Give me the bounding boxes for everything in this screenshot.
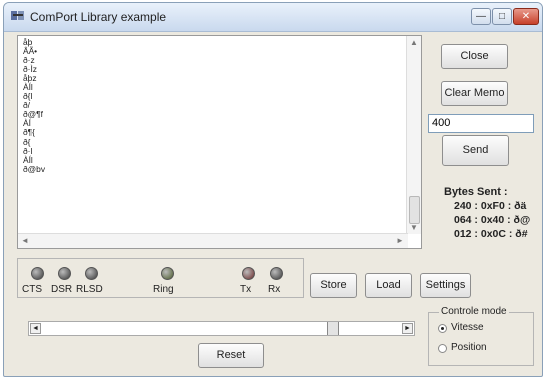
memo-lines: åþ ÂÃ• ð·z ð·Ìz åþz ÀÍl ð{l ð/ð@¶f ÀÍ ð¶{ð{ð·l ÀÍl… [23, 37, 46, 174]
settings-button[interactable]: Settings [420, 273, 471, 298]
memo-vertical-scrollbar[interactable]: ▲ ▼ [406, 36, 421, 234]
led-label-rlsd: RLSD [76, 284, 103, 295]
led-rlsd [85, 267, 98, 280]
radio-label-vitesse[interactable]: Vitesse [451, 322, 484, 333]
send-button[interactable]: Send [442, 135, 509, 166]
vertical-scroll-thumb[interactable] [409, 196, 420, 224]
received-memo[interactable]: åþ ÂÃ• ð·z ð·Ìz åþz ÀÍl ð{l ð/ð@¶f ÀÍ ð¶{ð{ð·l ÀÍl… [17, 35, 422, 249]
control-mode-group: Controle mode Vitesse Position [428, 306, 534, 366]
radio-vitesse[interactable] [438, 324, 447, 333]
window-close-button[interactable]: ✕ [513, 8, 539, 25]
minimize-button[interactable]: — [471, 8, 491, 25]
bytes-sent-line: 012 : 0x0C : ð# [454, 228, 528, 240]
send-input[interactable]: 400 [428, 114, 534, 133]
bytes-sent-line: 240 : 0xF0 : ðä [454, 200, 527, 212]
led-cts [31, 267, 44, 280]
radio-label-position[interactable]: Position [451, 342, 487, 353]
speed-trackbar[interactable]: ◄ ► [28, 321, 415, 336]
led-rx [270, 267, 283, 280]
scroll-down-arrow-icon[interactable]: ▼ [410, 223, 418, 232]
scroll-up-arrow-icon[interactable]: ▲ [410, 38, 418, 47]
clear-memo-button[interactable]: Clear Memo [441, 81, 508, 106]
scroll-left-arrow-icon[interactable]: ◄ [21, 236, 29, 245]
led-dsr [58, 267, 71, 280]
trackbar-right-arrow-icon[interactable]: ► [402, 323, 413, 334]
main-window: ComPort Library example — □ ✕ åþ ÂÃ• ð·z ð·… [3, 2, 543, 377]
led-label-dsr: DSR [51, 284, 73, 295]
memo-horizontal-scrollbar[interactable]: ◄ ► [18, 233, 408, 248]
led-label-rx: Rx [268, 284, 281, 295]
bytes-sent-title: Bytes Sent : [444, 186, 508, 198]
title-bar: ComPort Library example — □ ✕ [4, 3, 542, 32]
trackbar-left-arrow-icon[interactable]: ◄ [30, 323, 41, 334]
app-icon [11, 11, 24, 20]
led-ring [161, 267, 174, 280]
modem-status-panel: CTS DSR RLSD Ring Tx Rx [17, 258, 304, 298]
led-label-tx: Tx [240, 284, 252, 295]
radio-position[interactable] [438, 344, 447, 353]
close-button[interactable]: Close [441, 44, 508, 69]
maximize-button[interactable]: □ [492, 8, 512, 25]
reset-button[interactable]: Reset [198, 343, 264, 368]
store-button[interactable]: Store [310, 273, 357, 298]
scroll-right-arrow-icon[interactable]: ► [396, 236, 404, 245]
led-label-ring: Ring [153, 284, 174, 295]
memo-line: ð@bv [23, 163, 46, 174]
led-label-cts: CTS [22, 284, 42, 295]
bytes-sent-line: 064 : 0x40 : ð@ [454, 214, 531, 226]
led-tx [242, 267, 255, 280]
control-mode-legend: Controle mode [439, 306, 509, 317]
window-title: ComPort Library example [30, 10, 167, 24]
trackbar-thumb[interactable] [327, 322, 339, 335]
load-button[interactable]: Load [365, 273, 412, 298]
